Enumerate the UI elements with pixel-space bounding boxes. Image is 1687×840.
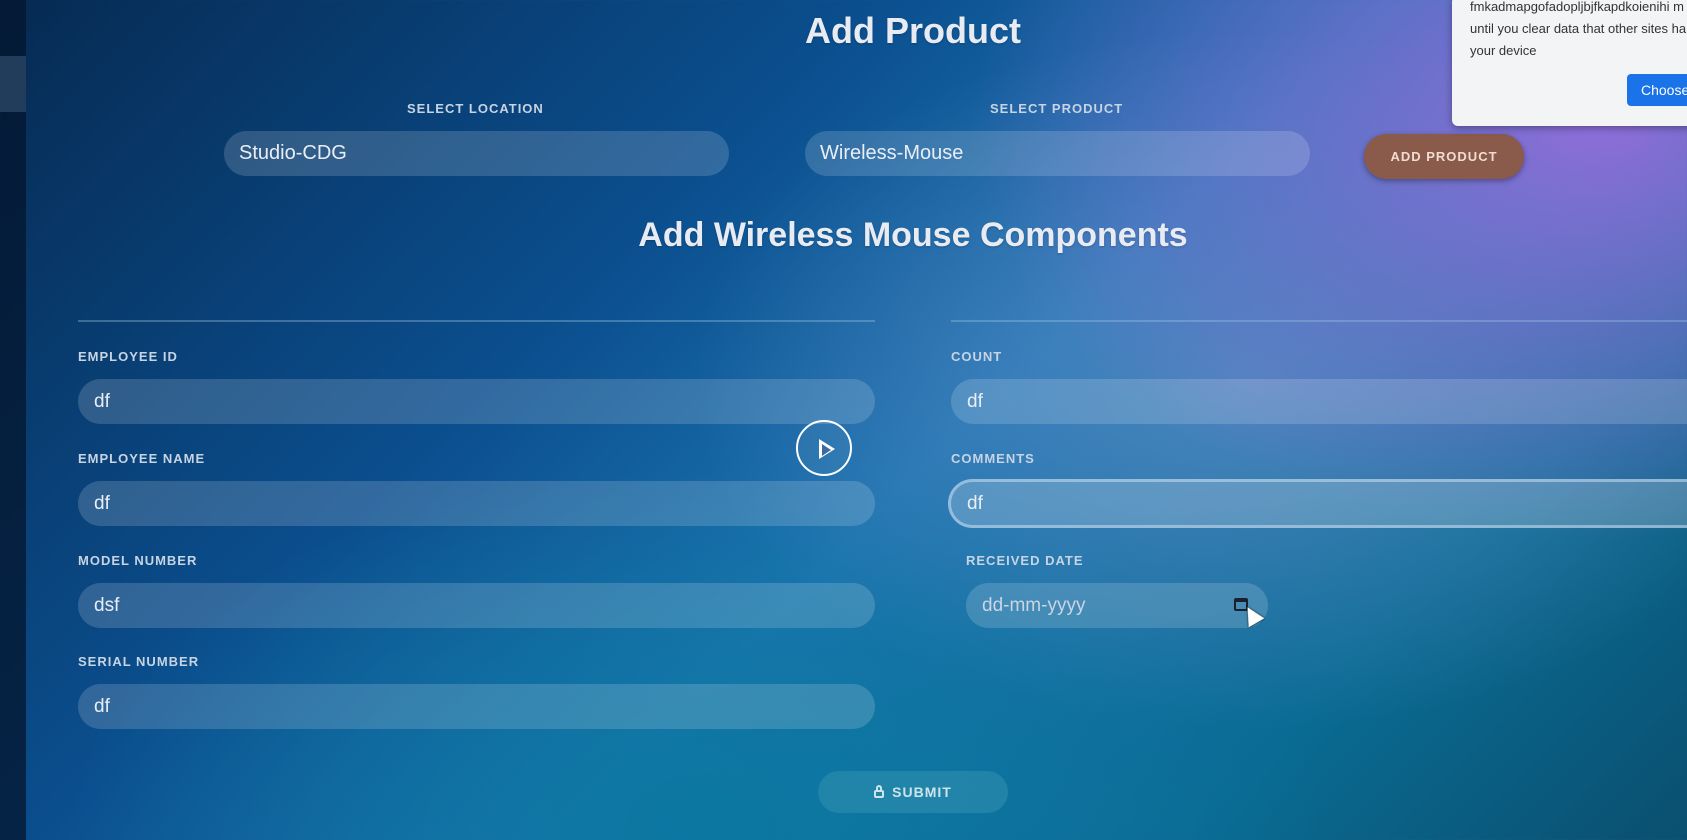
browser-permission-popup: fmkadmapgofadopljbjfkapdkoienihi m until… [1452, 0, 1687, 126]
employee-name-label: EMPLOYEE NAME [78, 451, 206, 466]
select-product-label: SELECT PRODUCT [990, 101, 1124, 116]
employee-id-input[interactable]: df [78, 379, 875, 424]
model-number-input[interactable]: dsf [78, 583, 875, 628]
right-divider [951, 320, 1687, 322]
play-icon[interactable] [796, 420, 852, 476]
count-label: COUNT [951, 349, 1003, 364]
received-date-label: RECEIVED DATE [966, 553, 1084, 568]
employee-id-label: EMPLOYEE ID [78, 349, 178, 364]
submit-button[interactable]: SUBMIT [818, 771, 1008, 813]
employee-name-input[interactable]: df [78, 481, 875, 526]
left-panel-strip [0, 0, 26, 840]
left-panel-tab[interactable] [0, 56, 26, 112]
left-divider [78, 320, 875, 322]
model-number-label: MODEL NUMBER [78, 553, 198, 568]
comments-label: COMMENTS [951, 451, 1035, 466]
submit-label: SUBMIT [892, 784, 952, 800]
lock-icon [874, 785, 885, 798]
components-title: Add Wireless Mouse Components [638, 216, 1188, 254]
serial-number-input[interactable]: df [78, 684, 875, 729]
comments-input[interactable]: df [948, 479, 1687, 528]
select-product-dropdown[interactable]: Wireless-Mouse [805, 131, 1310, 176]
popup-text: fmkadmapgofadopljbjfkapdkoienihi m until… [1470, 0, 1687, 58]
received-date-input[interactable]: dd-mm-yyyy [966, 583, 1268, 628]
page-title: Add Product [805, 10, 1021, 51]
select-location-label: SELECT LOCATION [407, 101, 544, 116]
count-input[interactable]: df [951, 379, 1687, 424]
serial-number-label: SERIAL NUMBER [78, 654, 200, 669]
select-location-dropdown[interactable]: Studio-CDG [224, 131, 729, 176]
add-product-button[interactable]: ADD PRODUCT [1364, 134, 1524, 179]
choose-button[interactable]: Choose [1627, 74, 1687, 106]
